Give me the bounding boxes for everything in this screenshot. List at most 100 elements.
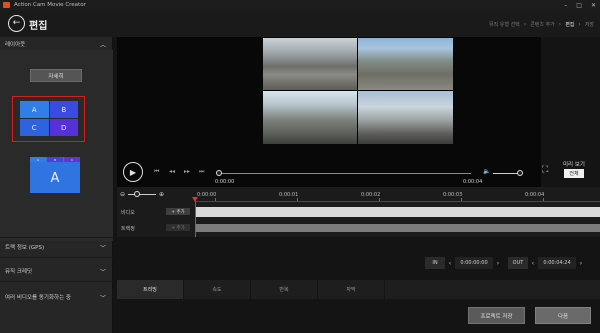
chevron-right-icon[interactable]: › xyxy=(493,260,503,267)
add-video-button[interactable]: + 추가 xyxy=(166,208,190,215)
zoom-handle[interactable] xyxy=(134,191,141,197)
in-label: IN xyxy=(425,257,445,269)
layout-cell-b: B xyxy=(49,101,78,118)
video-track-clip[interactable] xyxy=(195,207,600,217)
maximize-icon[interactable]: □ xyxy=(576,2,582,9)
layout-quad-grid: A B C D xyxy=(20,101,78,136)
tick-label: 0:00:03 xyxy=(443,192,463,198)
total-time: 0:00:04 xyxy=(463,179,483,185)
skip-end-icon[interactable]: ⏭ xyxy=(199,168,204,176)
fullscreen-icon[interactable]: ⛶ xyxy=(542,165,548,175)
layout-option-single[interactable]: A B C A xyxy=(30,157,80,193)
breadcrumb-step-save[interactable]: 저장 xyxy=(585,21,594,28)
app-logo-icon xyxy=(3,2,10,8)
preview-label: 미리 보기 xyxy=(563,162,585,168)
chevron-down-icon: ﹀ xyxy=(99,269,106,276)
out-point-control: OUT ‹ 0:00:04:24 › xyxy=(508,257,586,269)
layout-cell-c: C xyxy=(20,119,49,136)
layout-section-header[interactable]: 레이아웃 ︿ xyxy=(0,37,113,50)
sync-section-header[interactable]: 여러 비디오를 동기화하는 중 ﹀ xyxy=(0,290,113,303)
page-header: ← 편집 뮤직 유형 선택 › 콘텐츠 추가 › 편집 › 저장 xyxy=(0,10,600,37)
step-forward-icon[interactable]: ▸▸ xyxy=(184,168,190,175)
seek-bar[interactable] xyxy=(218,173,471,174)
layout-option-quad-selected[interactable]: A B C D xyxy=(12,96,85,142)
page-title: 편집 xyxy=(29,21,48,32)
breadcrumb: 뮤직 유형 선택 › 콘텐츠 추가 › 편집 › 저장 xyxy=(489,21,594,28)
next-button[interactable]: 다음 xyxy=(535,307,591,324)
timeline-zoom-controls: ⊖ ⊕ xyxy=(117,187,192,202)
timeline-ruler[interactable]: 0:00:00 0:00:01 0:00:02 0:00:03 0:00:04 xyxy=(195,187,600,202)
volume-icon[interactable]: 🔈 xyxy=(483,168,490,175)
tab-speed[interactable]: 속도 xyxy=(184,280,251,299)
music-credit-section-label: 뮤직 크레딧 xyxy=(5,268,33,275)
layout-section-label: 레이아웃 xyxy=(5,41,26,48)
window-controls: – □ ✕ xyxy=(564,0,596,10)
video-preview-grid xyxy=(263,38,453,144)
volume-handle[interactable] xyxy=(517,170,523,176)
title-bar: Action Cam Movie Creator – □ ✕ xyxy=(0,0,600,10)
mini-cell-c: C xyxy=(64,157,80,162)
music-credit-section-header[interactable]: 뮤직 크레딧 ﹀ xyxy=(0,264,113,277)
zoom-slider[interactable] xyxy=(128,191,157,197)
play-icon: ▶ xyxy=(129,167,137,177)
chevron-right-icon: › xyxy=(578,21,581,28)
seek-handle[interactable] xyxy=(216,170,222,176)
breadcrumb-step-content[interactable]: 콘텐츠 추가 xyxy=(530,21,555,28)
tick-label: 0:00:01 xyxy=(279,192,299,198)
video-frame-d xyxy=(358,91,453,144)
detail-button[interactable]: 자세히 xyxy=(30,69,82,82)
zoom-out-icon[interactable]: ⊖ xyxy=(120,191,125,198)
minimize-icon[interactable]: – xyxy=(564,2,567,9)
tab-repeat[interactable]: 반복 xyxy=(251,280,318,299)
tab-trimming[interactable]: 트리밍 xyxy=(117,280,184,299)
chevron-up-icon: ︿ xyxy=(99,42,106,49)
out-label: OUT xyxy=(508,257,528,269)
add-music-button[interactable]: + 추가 xyxy=(166,224,190,231)
tick-label: 0:00:00 xyxy=(197,192,217,198)
skip-start-icon[interactable]: ⏮ xyxy=(154,168,159,176)
playhead[interactable] xyxy=(195,201,196,237)
breadcrumb-step-edit[interactable]: 편집 xyxy=(565,21,574,28)
app-title: Action Cam Movie Creator xyxy=(14,2,86,8)
back-button[interactable]: ← xyxy=(8,15,25,32)
in-point-control: IN ‹ 0:00:00:00 › xyxy=(425,257,503,269)
chevron-left-icon[interactable]: ‹ xyxy=(528,260,538,267)
ruler-tick xyxy=(215,198,216,201)
chevron-down-icon: ﹀ xyxy=(99,245,106,252)
breadcrumb-step-music[interactable]: 뮤직 유형 선택 xyxy=(489,21,520,28)
tab-subtitle[interactable]: 자막 xyxy=(318,280,385,299)
preview-mode: 미리 보기 전체 xyxy=(550,160,596,185)
ruler-tick xyxy=(543,198,544,201)
mini-cell-a: A xyxy=(30,157,46,162)
gps-section-header[interactable]: 트랙 정보 (GPS) ﹀ xyxy=(0,240,113,253)
save-project-button[interactable]: 프로젝트 저장 xyxy=(468,307,525,324)
layout-cell-d: D xyxy=(49,119,78,136)
gps-section-label: 트랙 정보 (GPS) xyxy=(5,244,45,251)
zoom-in-icon[interactable]: ⊕ xyxy=(159,191,164,198)
sync-section-label: 여러 비디오를 동기화하는 중 xyxy=(5,294,71,301)
chevron-left-icon[interactable]: ‹ xyxy=(445,260,455,267)
music-track-clip[interactable] xyxy=(195,224,600,232)
playhead-marker[interactable] xyxy=(192,197,198,202)
in-time[interactable]: 0:00:00:00 xyxy=(455,257,493,269)
out-time[interactable]: 0:00:04:24 xyxy=(538,257,576,269)
layout-mini-row: A B C xyxy=(30,157,80,162)
left-panel: 레이아웃 ︿ 자세히 A B C D A B C A 트랙 정보 (GPS) ﹀… xyxy=(0,37,113,333)
divider xyxy=(0,257,113,258)
preview-all-button[interactable]: 전체 xyxy=(564,169,584,178)
ruler-tick xyxy=(297,198,298,201)
chevron-right-icon: › xyxy=(558,21,562,28)
video-preview-area: ▶ ⏮ ◂◂ ▸▸ ⏭ 0:00:00 0:00:04 🔈 ⛶ xyxy=(117,37,548,187)
close-icon[interactable]: ✕ xyxy=(591,2,596,9)
video-frame-a xyxy=(263,38,357,90)
edit-tabs: 트리밍 속도 반복 자막 xyxy=(117,280,600,299)
chevron-right-icon: › xyxy=(523,21,527,28)
mini-cell-b: B xyxy=(47,157,63,162)
video-track-label: 비디오 xyxy=(121,210,135,216)
play-button[interactable]: ▶ xyxy=(123,162,143,182)
video-frame-b xyxy=(358,38,453,90)
divider xyxy=(0,237,113,238)
chevron-right-icon[interactable]: › xyxy=(576,260,586,267)
step-back-icon[interactable]: ◂◂ xyxy=(169,168,175,175)
ruler-tick xyxy=(379,198,380,201)
